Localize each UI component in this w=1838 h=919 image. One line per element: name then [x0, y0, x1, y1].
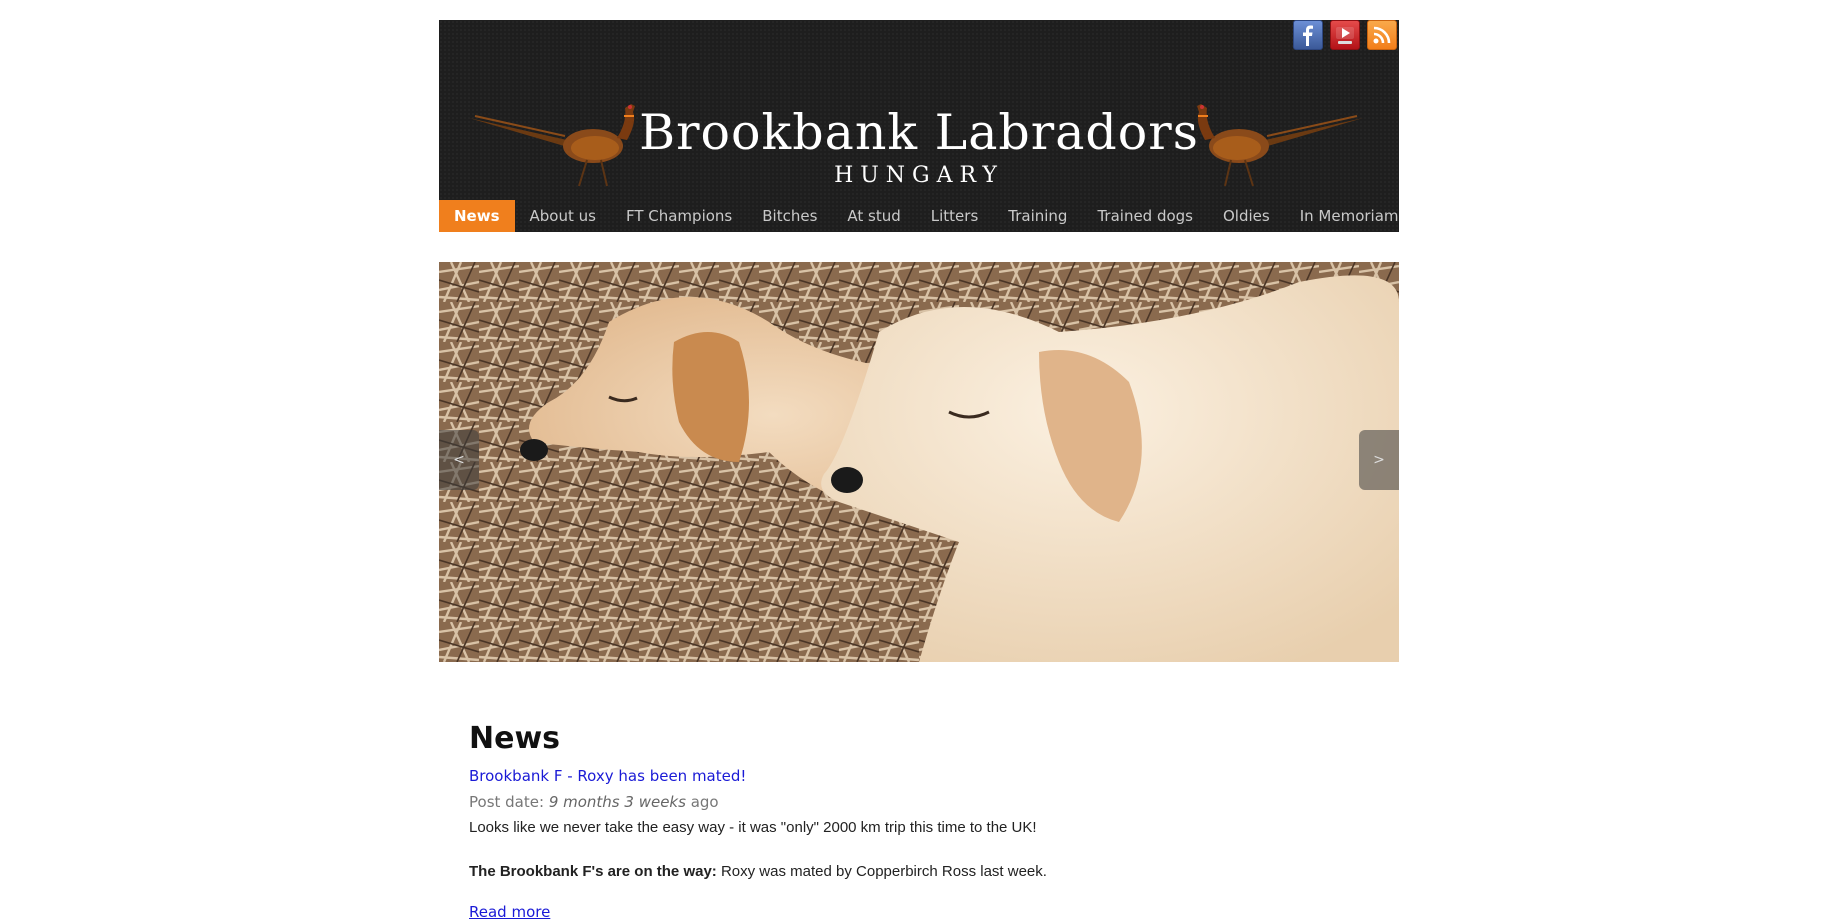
- page-wrapper: Brookbank Labradors HUNGARY News About u…: [439, 20, 1399, 919]
- nav-item-oldies[interactable]: Oldies: [1208, 200, 1285, 232]
- read-more-link[interactable]: Read more: [469, 902, 1369, 919]
- slider-next-button[interactable]: >: [1359, 430, 1399, 490]
- social-links: [1293, 20, 1397, 50]
- post-date-suffix: ago: [690, 793, 719, 811]
- slide-image: [439, 262, 1399, 662]
- facebook-icon[interactable]: [1293, 20, 1323, 50]
- nav-item-at-stud[interactable]: At stud: [832, 200, 915, 232]
- nav-item-news[interactable]: News: [439, 200, 515, 232]
- youtube-icon[interactable]: [1330, 20, 1360, 50]
- post-body-paragraph-2: The Brookbank F's are on the way: Roxy w…: [469, 862, 1369, 882]
- nav-item-trained-dogs[interactable]: Trained dogs: [1082, 200, 1208, 232]
- site-subtitle: HUNGARY: [834, 163, 1004, 188]
- post-date: Post date: 9 months 3 weeks ago: [469, 792, 1369, 812]
- nav-item-ft-champions[interactable]: FT Champions: [611, 200, 747, 232]
- post-body-bold: The Brookbank F's are on the way:: [469, 863, 717, 880]
- post-date-label: Post date:: [469, 793, 545, 811]
- site-header: Brookbank Labradors HUNGARY News About u…: [439, 20, 1399, 232]
- image-slider: < >: [439, 262, 1399, 662]
- nav-item-in-memoriam[interactable]: In Memoriam: [1285, 200, 1414, 232]
- nav-item-about-us[interactable]: About us: [515, 200, 611, 232]
- post-body-rest: Roxy was mated by Copperbirch Ross last …: [716, 863, 1047, 880]
- main-nav: News About us FT Champions Bitches At st…: [439, 200, 1414, 232]
- site-title[interactable]: Brookbank Labradors: [439, 106, 1399, 160]
- slider-prev-button[interactable]: <: [439, 430, 479, 490]
- post-body-paragraph: Looks like we never take the easy way - …: [469, 819, 1037, 836]
- main-content: News Brookbank F - Roxy has been mated! …: [469, 720, 1369, 919]
- post-title-link[interactable]: Brookbank F - Roxy has been mated!: [469, 766, 1369, 786]
- post-date-value: 9 months 3 weeks: [548, 793, 686, 811]
- nav-item-bitches[interactable]: Bitches: [747, 200, 832, 232]
- page-title: News: [469, 721, 561, 756]
- rss-icon[interactable]: [1367, 20, 1397, 50]
- nav-item-litters[interactable]: Litters: [916, 200, 994, 232]
- nav-item-training[interactable]: Training: [993, 200, 1082, 232]
